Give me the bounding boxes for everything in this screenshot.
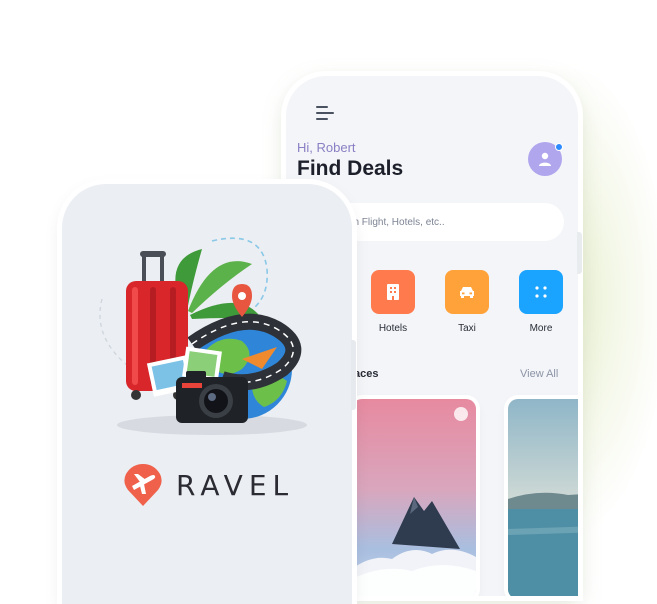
category-hotels[interactable]: Hotels <box>368 270 418 334</box>
plane-pin-icon <box>124 464 162 506</box>
building-icon <box>387 284 399 300</box>
category-taxi[interactable]: Taxi <box>442 270 492 334</box>
taxi-icon <box>460 287 474 298</box>
user-icon <box>539 152 551 166</box>
avatar[interactable] <box>528 142 563 176</box>
page-title: Find Deals <box>297 157 404 180</box>
greeting-text: Hi, Robert <box>297 140 356 155</box>
phone-front-screen: RAVEL <box>62 184 352 604</box>
notification-dot <box>555 143 563 151</box>
view-all-link[interactable]: View All <box>520 368 558 380</box>
search-input[interactable] <box>326 203 564 241</box>
place-card-mountain[interactable] <box>352 399 476 596</box>
brand-name: RAVEL <box>176 468 295 502</box>
phone-side-button <box>351 340 356 410</box>
phone-side-button <box>577 232 582 274</box>
taxi-tile[interactable] <box>445 270 489 314</box>
category-label: Hotels <box>378 323 408 334</box>
bookmark-icon[interactable] <box>454 407 468 421</box>
hotels-tile[interactable] <box>371 270 415 314</box>
category-label: Taxi <box>458 323 476 334</box>
brand-logo: RAVEL <box>120 462 294 508</box>
more-tile[interactable] <box>519 270 563 314</box>
place-card-lake[interactable] <box>508 399 578 596</box>
travel-illustration <box>99 237 307 435</box>
lake-photo <box>508 399 578 596</box>
menu-icon[interactable] <box>316 106 334 120</box>
category-more[interactable]: More <box>516 270 566 334</box>
mountain-photo <box>352 399 476 596</box>
section-title: aces <box>354 368 379 380</box>
search-bar[interactable] <box>326 203 564 241</box>
grid-icon <box>535 286 547 298</box>
category-label: More <box>529 323 553 334</box>
